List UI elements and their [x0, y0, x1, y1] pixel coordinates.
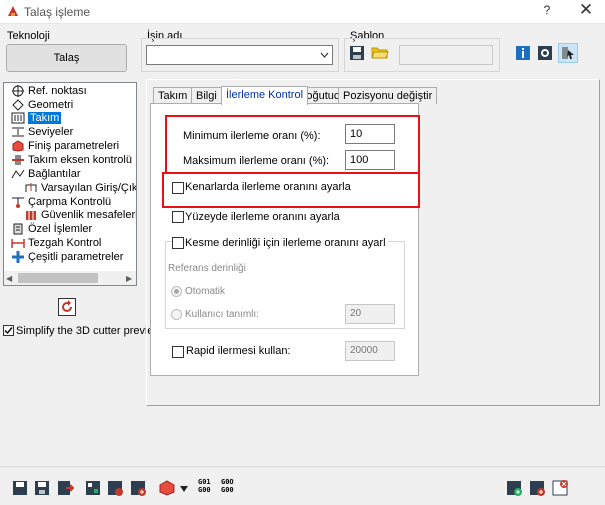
user-defined-input[interactable]: 20: [345, 304, 395, 324]
technology-label: Teknoloji: [7, 30, 50, 42]
refresh-preview-button[interactable]: [58, 298, 76, 316]
tree-item-levels[interactable]: Seviyeler: [11, 126, 73, 140]
tree-item-safety[interactable]: Güvenlik mesafeleri: [24, 209, 136, 223]
finish-icon: [12, 140, 24, 152]
caret-down-icon[interactable]: [180, 486, 188, 492]
cursor-icon: [562, 47, 574, 59]
user-defined-radio[interactable]: [171, 309, 182, 320]
folder-icon: [371, 47, 389, 59]
scroll-left-arrow[interactable]: ◀: [6, 274, 12, 283]
save-icon[interactable]: [11, 479, 29, 497]
tab-change-position[interactable]: Pozisyonu değiştir: [338, 87, 438, 104]
special-ops-icon: [13, 223, 23, 235]
calc-all-icon[interactable]: [106, 479, 124, 497]
user-defined-label: Kullanıcı tanımlı:: [185, 309, 259, 320]
g01-top: G01: [198, 478, 211, 486]
calc-selected-icon[interactable]: [129, 479, 147, 497]
g00-button[interactable]: G0O G00: [221, 478, 237, 494]
bottom-separator: [0, 466, 605, 467]
add-operation-icon[interactable]: [505, 479, 523, 497]
tab-tool[interactable]: Takım: [153, 87, 193, 104]
g00-bottom: G00: [221, 486, 234, 494]
geometry-icon: [12, 99, 24, 111]
tree-item-misc[interactable]: Çeşitli parametreler: [11, 251, 123, 265]
tree-scrollbar[interactable]: ◀ ▶: [4, 271, 136, 285]
min-feed-input[interactable]: 10: [345, 124, 395, 144]
max-feed-input[interactable]: 100: [345, 150, 395, 170]
info-icon: [516, 46, 530, 60]
g01-bottom: G00: [198, 486, 211, 494]
machine-icon: [11, 239, 25, 249]
tree-item-finish[interactable]: Finiş parametreleri: [11, 140, 119, 154]
floppy-icon: [350, 46, 364, 60]
misc-params-icon: [12, 251, 24, 264]
axis-icon: [12, 155, 24, 166]
g00-top: G0O: [221, 478, 234, 486]
links-icon: [11, 169, 25, 179]
scroll-right-arrow[interactable]: ▶: [126, 274, 132, 283]
safety-icon: [26, 211, 36, 221]
stock-icon[interactable]: [158, 479, 176, 497]
app-icon: [8, 6, 18, 16]
ref-depth-label: Referans derinliği: [168, 263, 246, 274]
calc-icon[interactable]: [84, 479, 102, 497]
info-button[interactable]: [515, 45, 533, 63]
tree-item-links[interactable]: Bağlantılar: [11, 168, 81, 182]
close-button[interactable]: ✕: [576, 1, 596, 19]
rapid-feed-label: Rapid ilermesi kullan:: [186, 345, 291, 357]
window-title: Talaş işleme: [24, 5, 91, 19]
tree-item-special-ops[interactable]: Özel İşlemler: [11, 223, 92, 237]
tree-item-tool[interactable]: Takım: [11, 112, 62, 126]
tree-item-entry-exit[interactable]: Varsayılan Giriş/Çıkış: [24, 182, 136, 196]
feed-control-panel: Minimum ilerleme oranı (%): 10 Maksimum …: [150, 103, 420, 376]
tab-feed-control[interactable]: İlerleme Kontrol: [221, 86, 309, 105]
preview-icon: [538, 46, 552, 60]
save-exit-icon[interactable]: [56, 479, 74, 497]
operation-tree[interactable]: Ref. noktası Geometri Takım Seviyeler Fi…: [3, 82, 137, 286]
collision-icon: [12, 197, 24, 209]
levels-icon: [12, 127, 24, 137]
help-button[interactable]: ?: [540, 3, 554, 19]
rapid-feed-input[interactable]: 20000: [345, 341, 395, 361]
simplify-preview-label: Simplify the 3D cutter preview: [16, 325, 162, 337]
preview-button[interactable]: [537, 45, 555, 63]
chevron-down-icon: [320, 52, 329, 58]
job-name-combo[interactable]: [146, 45, 333, 65]
tree-item-ref-point[interactable]: Ref. noktası: [11, 85, 87, 99]
save-template-button[interactable]: [349, 45, 367, 63]
template-field[interactable]: [399, 45, 493, 65]
technology-button[interactable]: Talaş: [6, 44, 127, 72]
auto-radio[interactable]: [171, 286, 182, 297]
tree-item-machine[interactable]: Tezgah Kontrol: [11, 237, 101, 251]
max-feed-label: Maksimum ilerleme oranı (%):: [183, 155, 330, 167]
edges-feed-checkbox[interactable]: [172, 182, 184, 194]
radio-dot-icon: [174, 289, 179, 294]
crosshair-icon: [12, 85, 24, 98]
auto-label: Otomatik: [185, 286, 226, 297]
tool-icon: [11, 112, 25, 124]
refresh-icon: [62, 300, 72, 312]
entry-exit-icon: [25, 183, 37, 193]
simplify-preview-checkbox[interactable]: [3, 325, 14, 336]
scroll-thumb[interactable]: [18, 273, 98, 283]
tree-item-geometry[interactable]: Geometri: [11, 99, 73, 113]
tree-item-tool-axis[interactable]: Takım eksen kontrolü: [11, 154, 132, 168]
pointer-mode-button[interactable]: [558, 43, 578, 63]
min-feed-label: Minimum ilerleme oranı (%):: [183, 130, 321, 142]
edges-feed-label: Kenarlarda ilerleme oranını ayarla: [185, 181, 351, 193]
add-calc-operation-icon[interactable]: [528, 479, 546, 497]
rapid-feed-checkbox[interactable]: [172, 346, 184, 358]
tree-item-collision[interactable]: Çarpma Kontrolü: [11, 196, 111, 210]
depth-feed-label: Kesme derinliği için ilerleme oranını ay…: [185, 237, 388, 249]
surface-feed-checkbox[interactable]: [172, 211, 184, 223]
g01-button[interactable]: G01 G00: [198, 478, 214, 494]
title-bar: Talaş işleme ? ✕: [0, 0, 605, 24]
tab-info[interactable]: Bilgi: [191, 87, 222, 104]
depth-feed-checkbox[interactable]: [172, 237, 184, 249]
save-as-icon[interactable]: [33, 479, 51, 497]
surface-feed-label: Yüzeyde ilerleme oranını ayarla: [185, 211, 340, 223]
check-icon: [4, 327, 13, 335]
cancel-operation-icon[interactable]: [551, 479, 569, 497]
open-template-button[interactable]: [371, 44, 389, 62]
